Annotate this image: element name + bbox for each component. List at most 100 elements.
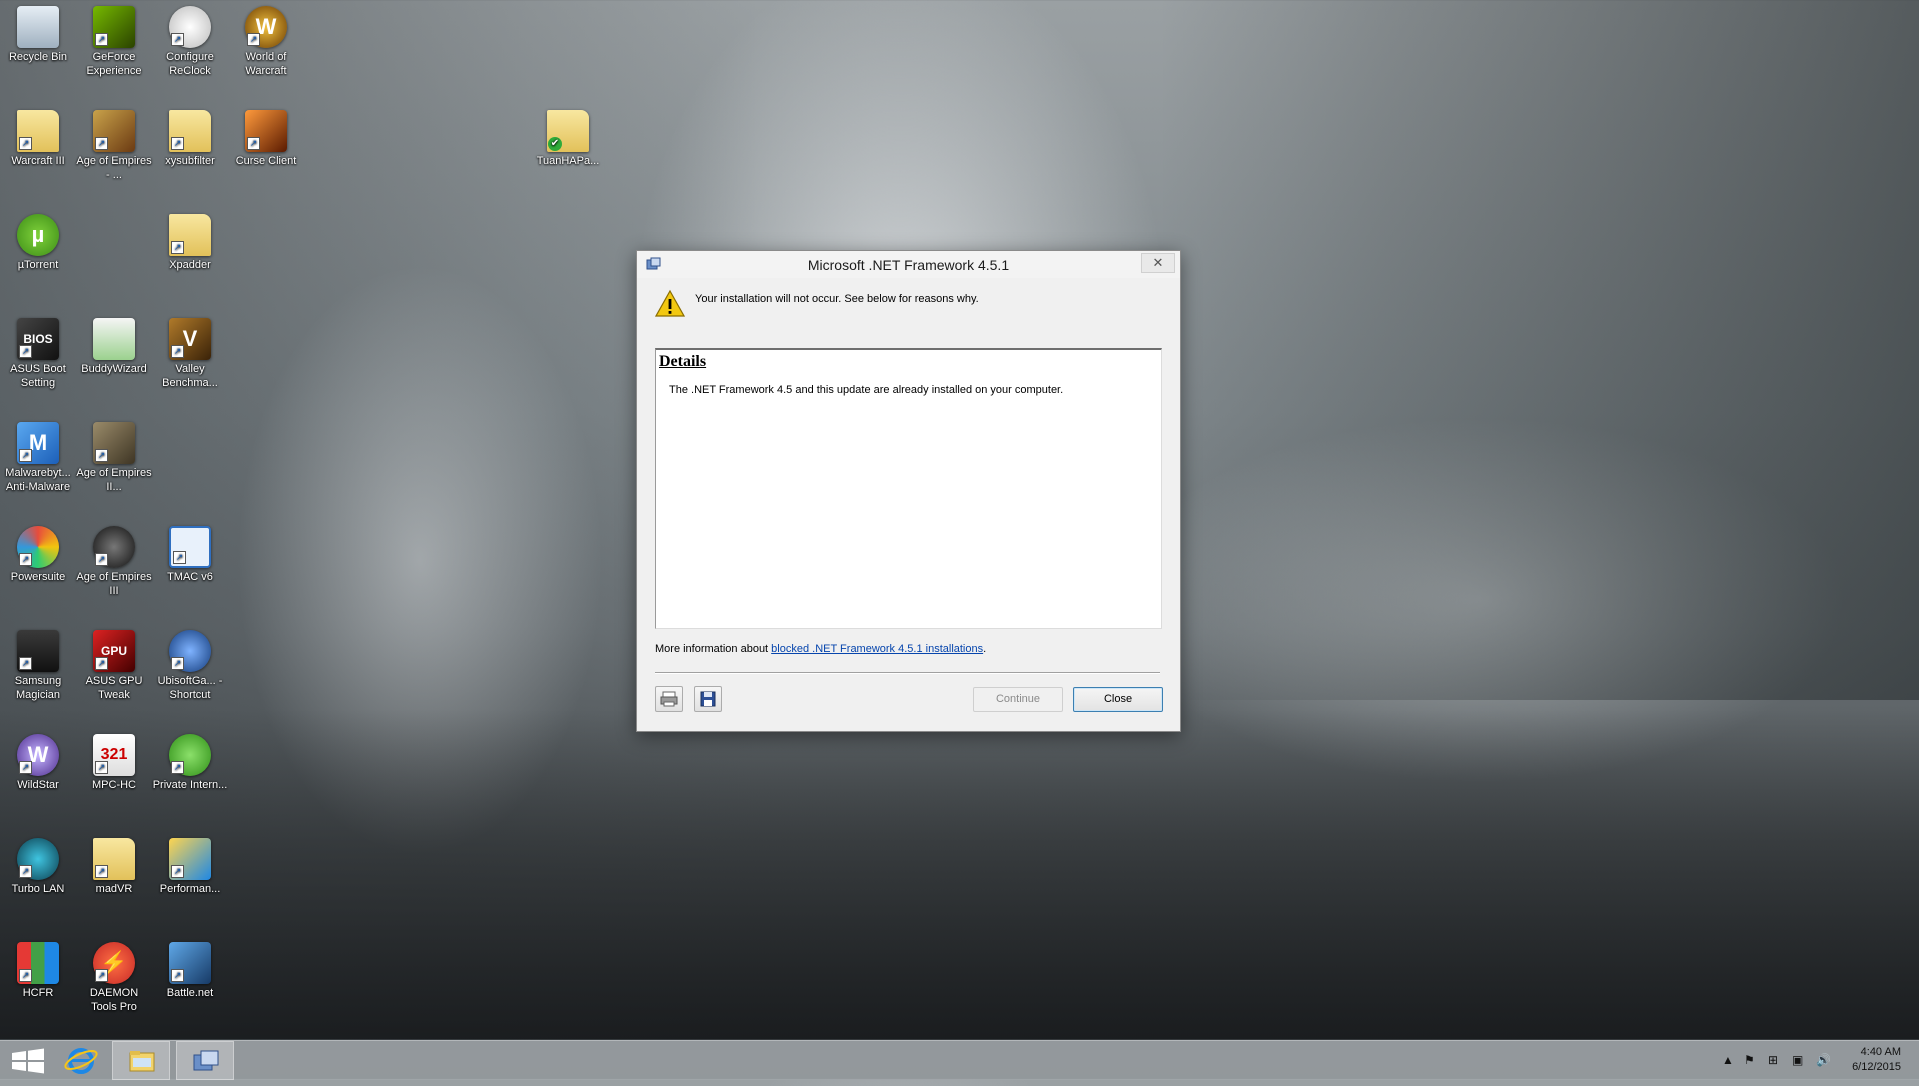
taskbar-file-explorer[interactable]: [112, 1041, 170, 1080]
desktop-icon-asus-boot[interactable]: BIOS ↗ ASUS Boot Setting: [0, 318, 76, 390]
desktop-icon-age-of-empires[interactable]: ↗ Age of Empires - ...: [76, 110, 152, 182]
desktop-icon-label: xysubfilter: [165, 155, 215, 167]
bios-icon: BIOS ↗: [17, 318, 59, 360]
desktop-icon-xpadder[interactable]: ↗ Xpadder: [152, 214, 228, 272]
desktop-icon-malwarebytes[interactable]: M ↗ Malwarebyt... Anti-Malware: [0, 422, 76, 494]
print-button[interactable]: [655, 686, 683, 712]
continue-button[interactable]: Continue: [973, 687, 1063, 712]
clock-icon: ↗: [169, 6, 211, 48]
desktop-icon-powersuite[interactable]: ↗ Powersuite: [0, 526, 76, 584]
powersuite-icon: ↗: [17, 526, 59, 568]
desktop-icon-reclock[interactable]: ↗ Configure ReClock: [152, 6, 228, 78]
samsung-icon: ↗: [17, 630, 59, 672]
uplay-icon: ↗: [169, 630, 211, 672]
desktop-icon-asus-gpu-tweak[interactable]: GPU ↗ ASUS GPU Tweak: [76, 630, 152, 702]
file-explorer-icon: [129, 1051, 155, 1072]
desktop-icon-turbo-lan[interactable]: ↗ Turbo LAN: [0, 838, 76, 896]
desktop-icon-mpc-hc[interactable]: 321 ↗ MPC-HC: [76, 734, 152, 792]
desktop-icon-wildstar[interactable]: W ↗ WildStar: [0, 734, 76, 792]
desktop-icon-label: Curse Client: [235, 155, 297, 167]
folder-icon: ↗: [93, 838, 135, 880]
folder-icon: ↗: [169, 110, 211, 152]
desktop-icon-xysubfilter[interactable]: ↗ xysubfilter: [152, 110, 228, 168]
tmac-icon: ↗: [169, 526, 211, 568]
windows-tray-icon[interactable]: ⊞: [1768, 1053, 1778, 1067]
desktop-icon-label: Age of Empires - ...: [76, 155, 152, 181]
desktop-icon-label: Samsung Magician: [14, 675, 62, 701]
desktop-icon-label: Warcraft III: [11, 155, 65, 167]
desktop-icon-hcfr[interactable]: ↗ HCFR: [0, 942, 76, 1000]
desktop-icon-label: Configure ReClock: [166, 51, 214, 77]
warning-message: Your installation will not occur. See be…: [695, 293, 979, 305]
aoe-icon: ↗: [93, 110, 135, 152]
printer-icon: [660, 691, 678, 707]
desktop-icon-label: MPC-HC: [92, 779, 136, 791]
volume-icon[interactable]: 🔊: [1816, 1053, 1831, 1067]
taskbar-internet-explorer[interactable]: [52, 1041, 110, 1080]
more-info-prefix: More information about: [655, 643, 772, 655]
battlenet-icon: ↗: [169, 942, 211, 984]
desktop-icon-samsung-magician[interactable]: ↗ Samsung Magician: [0, 630, 76, 702]
desktop-icon-label: Valley Benchma...: [162, 363, 218, 389]
sync-check-icon: ✔: [548, 137, 562, 151]
desktop-icon-madvr[interactable]: ↗ madVR: [76, 838, 152, 896]
taskbar: ▲ ⚑ ⊞ ▣ 🔊 4:40 AM 6/12/2015: [0, 1040, 1919, 1080]
desktop-icon-label: ASUS Boot Setting: [10, 363, 66, 389]
aoe2-icon: ↗: [93, 422, 135, 464]
more-info-line: More information about blocked .NET Fram…: [655, 643, 986, 655]
start-button[interactable]: [0, 1041, 58, 1080]
desktop-icon-label: Powersuite: [10, 571, 66, 583]
close-icon[interactable]: ✕: [1141, 253, 1175, 273]
desktop-icon-warcraft-iii[interactable]: ↗ Warcraft III: [0, 110, 76, 168]
desktop-icon-valley[interactable]: V ↗ Valley Benchma...: [152, 318, 228, 390]
save-button[interactable]: [694, 686, 722, 712]
action-center-flag-icon[interactable]: ⚑: [1744, 1053, 1755, 1067]
wallpaper-water: [0, 709, 1919, 1039]
desktop-icon-daemon-tools[interactable]: ⚡ ↗ DAEMON Tools Pro: [76, 942, 152, 1014]
desktop-icon-label: Age of Empires II...: [76, 467, 152, 493]
desktop-icon-age-of-empires-ii[interactable]: ↗ Age of Empires II...: [76, 422, 152, 494]
desktop-icon-buddywizard[interactable]: BuddyWizard: [76, 318, 152, 376]
gputweak-icon: GPU ↗: [93, 630, 135, 672]
desktop-icon-world-of-warcraft[interactable]: W ↗ World of Warcraft: [228, 6, 304, 78]
desktop-icon-battlenet[interactable]: ↗ Battle.net: [152, 942, 228, 1000]
turbolan-icon: ↗: [17, 838, 59, 880]
desktop-icon-label: Recycle Bin: [8, 51, 68, 63]
desktop-icon-label: madVR: [95, 883, 133, 895]
show-hidden-icons-icon[interactable]: ▲: [1722, 1053, 1734, 1067]
mpchc-icon: 321 ↗: [93, 734, 135, 776]
desktop-icon-performance[interactable]: ↗ Performan...: [152, 838, 228, 896]
dialog-titlebar[interactable]: Microsoft .NET Framework 4.5.1 ✕: [637, 251, 1180, 278]
desktop-icon-tuanhapa[interactable]: ✔ TuanHAPa...: [530, 110, 606, 168]
taskbar-dotnet-installer[interactable]: [176, 1041, 234, 1080]
desktop-icon-label: Private Intern...: [152, 779, 228, 791]
malwarebytes-icon: M ↗: [17, 422, 59, 464]
desktop-icon-label: World of Warcraft: [245, 51, 287, 77]
pia-icon: ↗: [169, 734, 211, 776]
close-button[interactable]: Close: [1073, 687, 1163, 712]
recycle-bin-icon: [17, 6, 59, 48]
warning-row: Your installation will not occur. See be…: [655, 289, 1155, 329]
desktop-icon-curse-client[interactable]: ↗ Curse Client: [228, 110, 304, 168]
desktop-icon-utorrent[interactable]: µ µTorrent: [0, 214, 76, 272]
desktop-icon-geforce[interactable]: ↗ GeForce Experience: [76, 6, 152, 78]
taskbar-clock[interactable]: 4:40 AM 6/12/2015: [1852, 1045, 1901, 1075]
desktop-icon-recycle-bin[interactable]: Recycle Bin: [0, 6, 76, 64]
more-info-suffix: .: [983, 643, 987, 655]
hcfr-icon: ↗: [17, 942, 59, 984]
desktop-icon-age-of-empires-iii[interactable]: ↗ Age of Empires III: [76, 526, 152, 598]
footer-separator: [655, 672, 1160, 674]
desktop-icon-label: GeForce Experience: [86, 51, 142, 77]
desktop-icon-tmac[interactable]: ↗ TMAC v6: [152, 526, 228, 584]
valley-icon: V ↗: [169, 318, 211, 360]
desktop-icon-ubisoft[interactable]: ↗ UbisoftGa... - Shortcut: [152, 630, 228, 702]
installer-app-icon: [193, 1050, 219, 1071]
windows-logo-icon: [12, 1048, 44, 1074]
desktop-icon-label: µTorrent: [17, 259, 59, 271]
blocked-installations-link[interactable]: blocked .NET Framework 4.5.1 installatio…: [771, 643, 983, 655]
details-panel: Details The .NET Framework 4.5 and this …: [655, 348, 1162, 629]
network-icon[interactable]: ▣: [1792, 1053, 1803, 1067]
desktop-icon-pia[interactable]: ↗ Private Intern...: [152, 734, 228, 792]
desktop-icon-label: ASUS GPU Tweak: [85, 675, 143, 701]
desktop-icon-label: Age of Empires III: [76, 571, 152, 597]
